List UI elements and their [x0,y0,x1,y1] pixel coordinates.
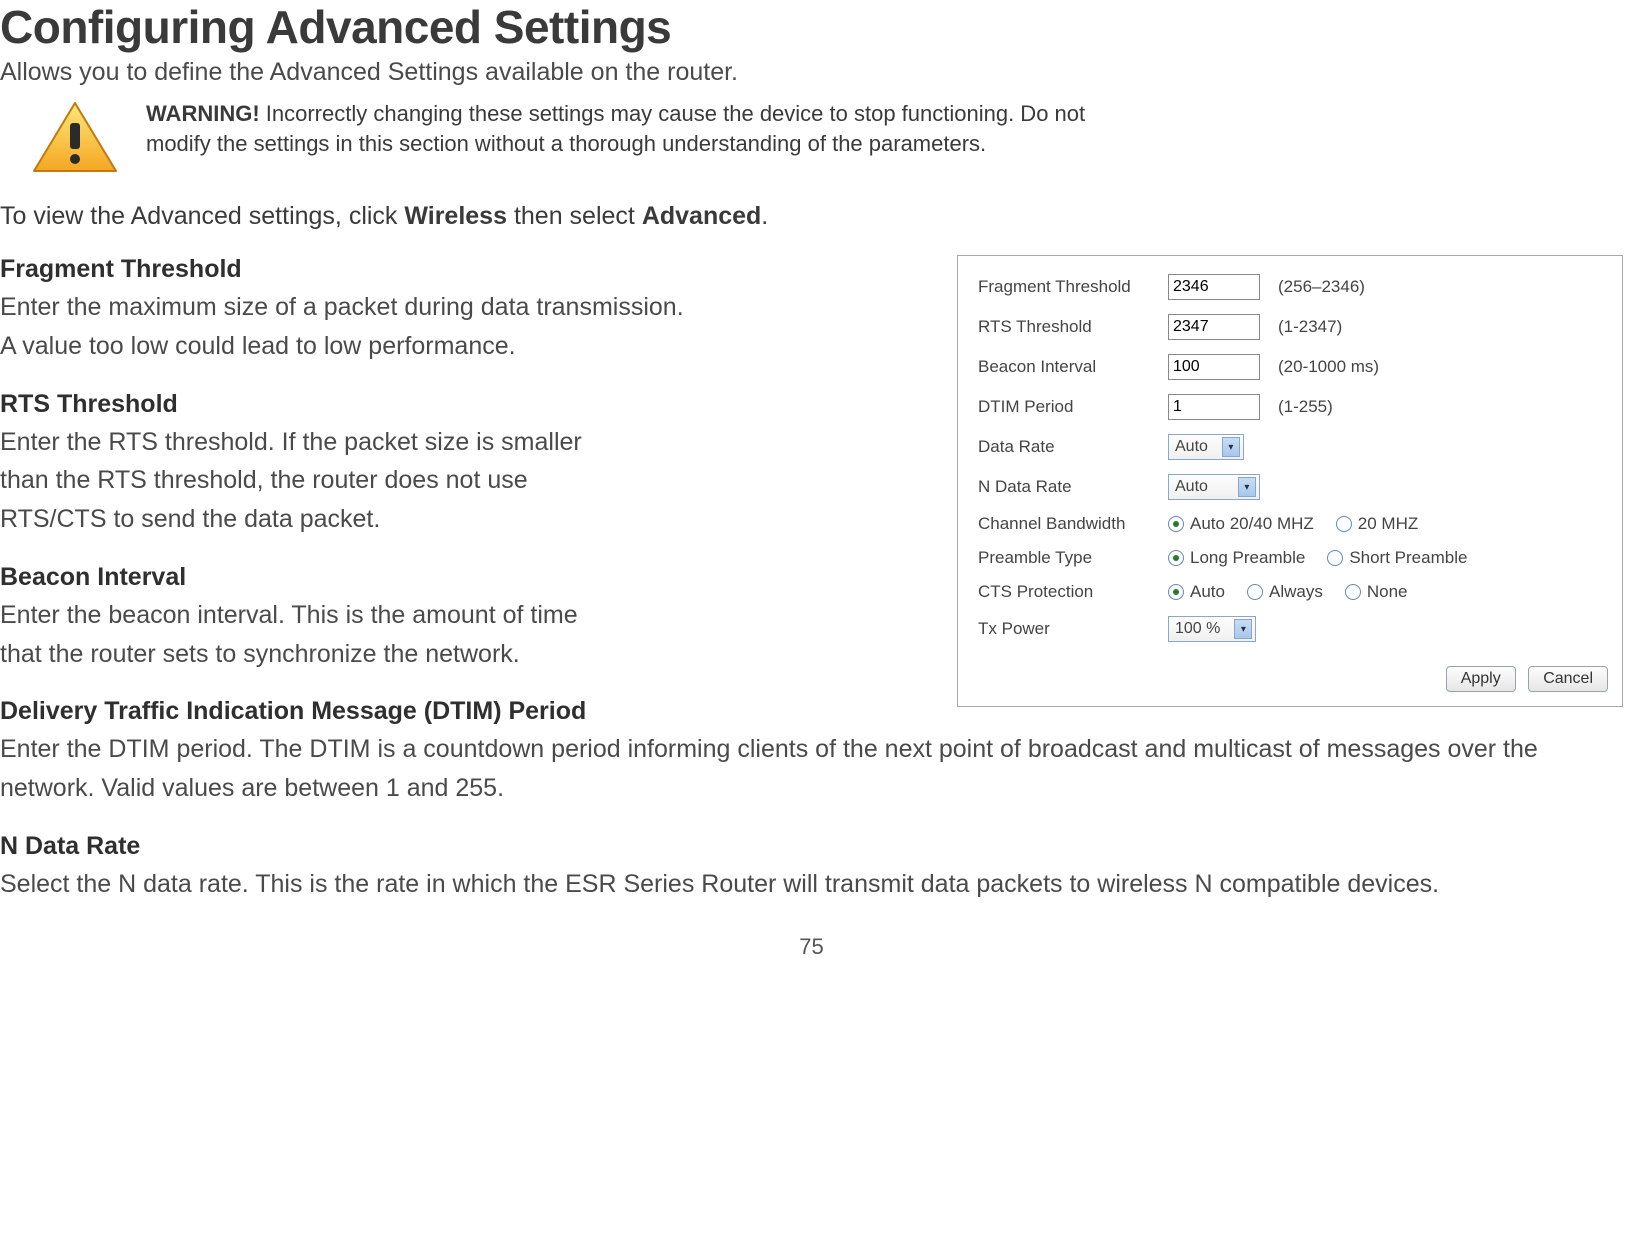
radio-icon [1327,550,1343,566]
label-dtim-period: DTIM Period [978,397,1168,417]
radio-cts-auto[interactable]: Auto [1168,582,1225,602]
radio-label-cts-always: Always [1269,582,1323,602]
input-beacon-interval[interactable] [1168,354,1260,380]
radio-icon [1168,550,1184,566]
apply-button[interactable]: Apply [1446,666,1516,692]
row-cts-protection: CTS Protection Auto Always None [978,582,1608,602]
chevron-down-icon: ▾ [1222,437,1240,457]
row-tx-power: Tx Power 100 % ▾ [978,616,1608,642]
select-n-data-rate-value: Auto [1175,478,1238,496]
warning-row: WARNING! Incorrectly changing these sett… [30,99,1623,182]
input-dtim-period[interactable] [1168,394,1260,420]
nav-prefix: To view the Advanced settings, click [0,202,404,230]
radio-icon [1247,584,1263,600]
row-rts-threshold: RTS Threshold (1-2347) [978,314,1608,340]
label-tx-power: Tx Power [978,619,1168,639]
chevron-down-icon: ▾ [1234,619,1252,639]
row-n-data-rate: N Data Rate Auto ▾ [978,474,1608,500]
row-preamble-type: Preamble Type Long Preamble Short Preamb… [978,548,1608,568]
radio-label-channel-20mhz: 20 MHZ [1358,514,1418,534]
section-body-rts: Enter the RTS threshold. If the packet s… [0,423,600,539]
radio-cts-always[interactable]: Always [1247,582,1323,602]
chevron-down-icon: ▾ [1238,477,1256,497]
select-data-rate-value: Auto [1175,438,1222,456]
label-n-data-rate: N Data Rate [978,477,1168,497]
page-subtitle: Allows you to define the Advanced Settin… [0,58,1623,87]
warning-text: WARNING! Incorrectly changing these sett… [146,99,1126,158]
radio-channel-20mhz[interactable]: 20 MHZ [1336,514,1418,534]
radio-channel-auto[interactable]: Auto 20/40 MHZ [1168,514,1314,534]
range-fragment-threshold: (256–2346) [1278,277,1365,297]
nav-mid: then select [507,202,642,230]
range-dtim-period: (1-255) [1278,397,1333,417]
radio-icon [1168,584,1184,600]
input-rts-threshold[interactable] [1168,314,1260,340]
select-data-rate[interactable]: Auto ▾ [1168,434,1244,460]
radio-icon [1336,516,1352,532]
section-body-beacon: Enter the beacon interval. This is the a… [0,596,600,674]
row-dtim-period: DTIM Period (1-255) [978,394,1608,420]
radio-cts-none[interactable]: None [1345,582,1408,602]
settings-panel: Fragment Threshold (256–2346) RTS Thresh… [957,255,1623,707]
select-tx-power-value: 100 % [1175,620,1234,638]
nav-instruction: To view the Advanced settings, click Wir… [0,202,1623,231]
row-channel-bandwidth: Channel Bandwidth Auto 20/40 MHZ 20 MHZ [978,514,1608,534]
row-data-rate: Data Rate Auto ▾ [978,434,1608,460]
radio-preamble-long[interactable]: Long Preamble [1168,548,1305,568]
radio-label-channel-auto: Auto 20/40 MHZ [1190,514,1314,534]
page-number: 75 [0,934,1623,960]
label-channel-bandwidth: Channel Bandwidth [978,514,1168,534]
nav-suffix: . [761,202,768,230]
radio-label-preamble-long: Long Preamble [1190,548,1305,568]
label-data-rate: Data Rate [978,437,1168,457]
warning-icon [30,99,120,182]
radio-label-cts-none: None [1367,582,1408,602]
page-title: Configuring Advanced Settings [0,0,1623,54]
radio-label-cts-auto: Auto [1190,582,1225,602]
label-preamble-type: Preamble Type [978,548,1168,568]
row-beacon-interval: Beacon Interval (20-1000 ms) [978,354,1608,380]
warning-label: WARNING! [146,101,260,126]
nav-link-wireless: Wireless [404,202,507,230]
label-cts-protection: CTS Protection [978,582,1168,602]
radio-label-preamble-short: Short Preamble [1349,548,1467,568]
section-body-ndata: Select the N data rate. This is the rate… [0,865,1623,904]
section-head-ndata: N Data Rate [0,832,1623,861]
input-fragment-threshold[interactable] [1168,274,1260,300]
nav-link-advanced: Advanced [642,202,761,230]
section-body-dtim: Enter the DTIM period. The DTIM is a cou… [0,730,1623,808]
cancel-button[interactable]: Cancel [1528,666,1608,692]
label-fragment-threshold: Fragment Threshold [978,277,1168,297]
row-fragment-threshold: Fragment Threshold (256–2346) [978,274,1608,300]
radio-icon [1345,584,1361,600]
radio-icon [1168,516,1184,532]
range-beacon-interval: (20-1000 ms) [1278,357,1379,377]
label-rts-threshold: RTS Threshold [978,317,1168,337]
radio-preamble-short[interactable]: Short Preamble [1327,548,1467,568]
select-tx-power[interactable]: 100 % ▾ [1168,616,1256,642]
range-rts-threshold: (1-2347) [1278,317,1342,337]
select-n-data-rate[interactable]: Auto ▾ [1168,474,1260,500]
label-beacon-interval: Beacon Interval [978,357,1168,377]
warning-body: Incorrectly changing these settings may … [146,101,1085,156]
